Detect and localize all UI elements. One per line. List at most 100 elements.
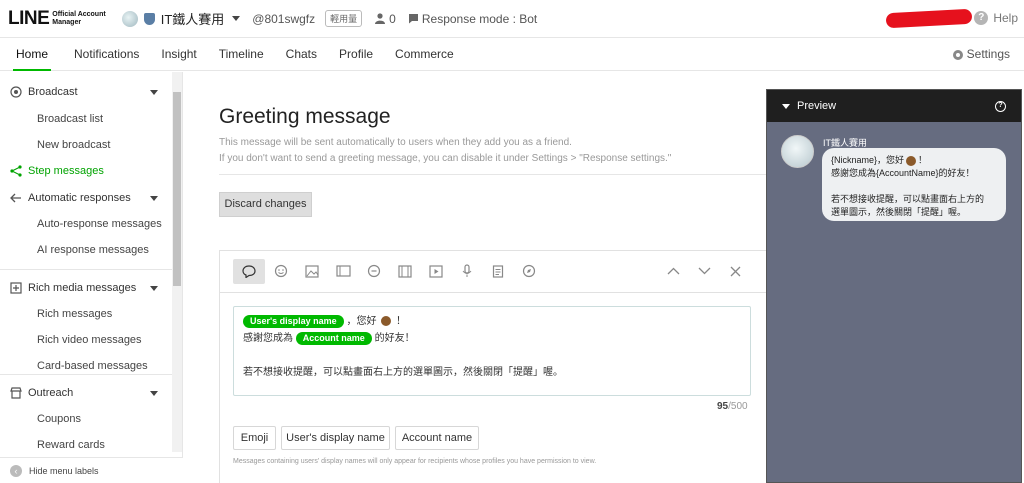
- sidebar-scrollbar[interactable]: [173, 92, 181, 286]
- move-up-button[interactable]: [662, 260, 684, 282]
- sidebar-label: Broadcast: [28, 86, 78, 98]
- message-line-3: 若不想接收提醒，可以點畫面右上方的選單圖示，然後關閉「提醒」喔。: [243, 367, 563, 378]
- video-button[interactable]: [394, 260, 416, 282]
- sidebar-item-auto-response-messages[interactable]: Auto-response messages: [0, 218, 172, 230]
- coupon-button[interactable]: [332, 260, 354, 282]
- smiley-icon: [274, 264, 288, 278]
- preview-panel: Preview ? IT鐵人賽用 {Nickname}，您好！ 感謝您成為{Ac…: [766, 89, 1022, 483]
- sidebar-item-automatic-responses[interactable]: Automatic responses: [0, 192, 172, 204]
- message-textarea[interactable]: User's display name ，您好 ！ 感謝您成為 Account …: [233, 306, 751, 396]
- move-down-button[interactable]: [693, 260, 715, 282]
- reply-icon: [10, 193, 21, 203]
- plan-badge: 輕用量: [325, 10, 363, 27]
- response-mode-label: Response mode : Bot: [421, 11, 538, 26]
- help-icon[interactable]: ?: [995, 101, 1006, 112]
- redaction-mark: [885, 8, 973, 29]
- bubble-line-2: 感謝您成為{AccountName}的好友！: [831, 168, 975, 178]
- sidebar-item-step-messages[interactable]: Step messages: [0, 165, 172, 177]
- chevron-down-icon: [150, 286, 158, 291]
- response-mode[interactable]: Response mode : Bot: [408, 12, 537, 26]
- account-name: IT鐵人賽用: [160, 12, 225, 27]
- sidebar-divider: [0, 269, 172, 270]
- logo-sub-2: Manager: [52, 18, 82, 26]
- preview-header[interactable]: Preview ?: [767, 90, 1021, 122]
- char-counter: 95/500: [717, 401, 748, 412]
- tab-profile[interactable]: Profile: [330, 38, 382, 70]
- bubble-line-1: {Nickname}，您好 ！: [831, 154, 997, 167]
- bubble-greeting-end: ！: [918, 155, 928, 165]
- clipboard-icon: [492, 265, 504, 278]
- chevron-down-icon: [150, 391, 158, 396]
- sidebar-item-reward-cards[interactable]: Reward cards: [0, 439, 172, 451]
- avatar: [781, 135, 814, 168]
- tab-commerce[interactable]: Commerce: [386, 38, 463, 70]
- sidebar-item-coupons[interactable]: Coupons: [0, 413, 172, 425]
- tab-notifications[interactable]: Notifications: [65, 38, 148, 70]
- image-button[interactable]: [301, 260, 323, 282]
- chat-bubble-icon: [408, 14, 418, 24]
- account-switcher[interactable]: IT鐵人賽用: [121, 9, 241, 28]
- tab-chats[interactable]: Chats: [277, 38, 326, 70]
- display-name-chip[interactable]: User's display name: [243, 315, 344, 328]
- sidebar-item-outreach[interactable]: Outreach: [0, 387, 172, 399]
- card-message-button[interactable]: [518, 260, 540, 282]
- discard-changes-button[interactable]: Discard changes: [219, 192, 312, 217]
- compass-icon: [522, 264, 536, 278]
- sidebar: Broadcast Broadcast list New broadcast S…: [0, 72, 183, 483]
- line-logo[interactable]: LINE Official Account Manager: [8, 8, 106, 30]
- chevron-left-icon: ‹: [10, 464, 22, 477]
- sidebar-item-rich-media[interactable]: Rich media messages: [0, 282, 172, 294]
- gear-icon: [952, 49, 963, 60]
- thanks-prefix: 感謝您成為: [243, 333, 293, 344]
- rich-media-icon: [10, 282, 22, 294]
- collapse-triangle-icon: [782, 103, 790, 109]
- sidebar-label: Rich media messages: [28, 282, 137, 294]
- thanks-suffix: 的好友！: [374, 333, 415, 344]
- sidebar-item-card-based-messages[interactable]: Card-based messages: [0, 360, 172, 372]
- description-line-2: If you don't want to send a greeting mes…: [219, 153, 672, 164]
- tab-home[interactable]: Home: [7, 38, 57, 71]
- rich-video-button[interactable]: [425, 260, 447, 282]
- chevron-up-icon: [667, 267, 679, 275]
- logo-subtext: Official Account Manager: [52, 11, 105, 27]
- insert-emoji-button[interactable]: Emoji: [233, 426, 276, 450]
- chevron-down-icon: [150, 196, 158, 201]
- sticker-button[interactable]: [270, 260, 292, 282]
- help-link[interactable]: ? Help: [974, 11, 1018, 25]
- insert-account-name-button[interactable]: Account name: [395, 426, 479, 450]
- audio-button[interactable]: [456, 260, 478, 282]
- image-icon: [305, 264, 319, 278]
- sidebar-item-rich-messages[interactable]: Rich messages: [0, 308, 172, 320]
- main-nav: Home Notifications Insight Timeline Chat…: [0, 38, 1024, 71]
- message-bubble: {Nickname}，您好 ！ 感謝您成為{AccountName}的好友！ 若不…: [822, 148, 1006, 221]
- chevron-down-icon: [232, 16, 241, 21]
- tab-insight[interactable]: Insight: [152, 38, 205, 70]
- sidebar-item-ai-response-messages[interactable]: AI response messages: [0, 244, 172, 256]
- tab-timeline[interactable]: Timeline: [210, 38, 273, 70]
- hide-menu-labels[interactable]: ‹ Hide menu labels: [0, 457, 183, 483]
- remove-button[interactable]: [724, 260, 746, 282]
- chevron-down-icon: [698, 267, 710, 275]
- sidebar-item-new-broadcast[interactable]: New broadcast: [0, 139, 172, 151]
- sidebar-item-rich-video-messages[interactable]: Rich video messages: [0, 334, 172, 346]
- friends-count: 0: [374, 12, 396, 26]
- message-line-1: User's display name ，您好 ！: [243, 313, 741, 330]
- sidebar-item-broadcast[interactable]: Broadcast: [0, 86, 172, 98]
- survey-button[interactable]: [487, 260, 509, 282]
- richmessage-button[interactable]: [363, 260, 385, 282]
- page-description: This message will be sent automatically …: [219, 135, 671, 167]
- account-name-chip[interactable]: Account name: [295, 332, 372, 345]
- text-message-button[interactable]: [233, 259, 265, 284]
- sidebar-label: Outreach: [28, 387, 74, 399]
- chat-circle-icon: [367, 264, 381, 278]
- sidebar-item-broadcast-list[interactable]: Broadcast list: [0, 113, 172, 125]
- friends-count-value: 0: [389, 11, 396, 26]
- greeting-end: ！: [396, 316, 407, 327]
- sidebar-label: Automatic responses: [28, 192, 131, 204]
- settings-link[interactable]: Settings: [952, 38, 1010, 71]
- insert-display-name-button[interactable]: User's display name: [281, 426, 390, 450]
- page-title: Greeting message: [219, 105, 391, 128]
- description-line-1: This message will be sent automatically …: [219, 137, 572, 148]
- editor-toolbar: [220, 251, 780, 293]
- person-icon: [375, 13, 386, 24]
